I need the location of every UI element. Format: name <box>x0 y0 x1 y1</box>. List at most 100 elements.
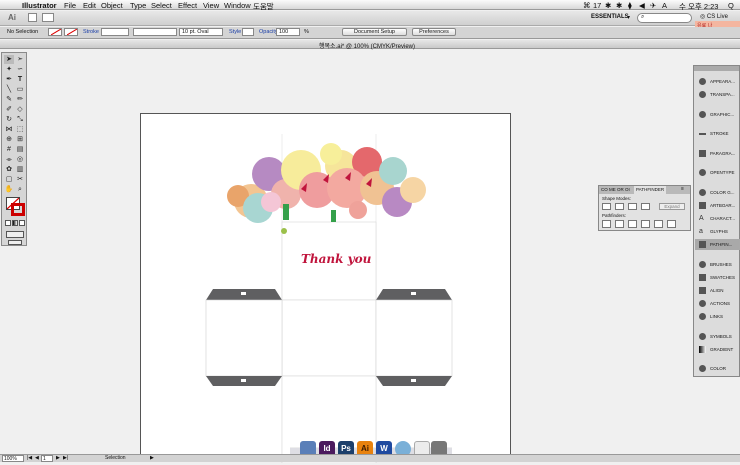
preferences-button[interactable]: Preferences <box>412 28 456 36</box>
menu-object[interactable]: Object <box>101 1 123 10</box>
menu-select[interactable]: Select <box>151 1 172 10</box>
notification-count[interactable]: 17 <box>593 1 601 10</box>
trim-icon[interactable] <box>615 220 624 228</box>
tab-oi[interactable]: OI <box>625 187 630 192</box>
artboard[interactable]: Thank you <box>140 113 511 464</box>
sync-icon[interactable]: ✱ <box>616 1 622 10</box>
tab-pathfinder[interactable]: PATHFINDER <box>634 186 667 194</box>
bluetooth-icon[interactable]: ✱ <box>605 1 611 10</box>
artboard-number-field[interactable]: 1 <box>41 455 53 462</box>
last-artboard-icon[interactable]: ▶| <box>63 455 68 461</box>
panel-transparency[interactable]: TRANSPA... <box>695 89 740 100</box>
mesh-tool-icon[interactable]: # <box>4 145 14 154</box>
eyedropper-tool-icon[interactable]: ⌯ <box>4 155 14 164</box>
pen-tool-icon[interactable]: ✒ <box>4 75 14 84</box>
status-icon[interactable]: ⌘ <box>583 1 591 10</box>
style-label[interactable]: Style <box>229 29 241 35</box>
volume-icon[interactable]: ◀ <box>639 1 645 10</box>
brush-definition[interactable]: 10 pt. Oval <box>179 28 223 36</box>
scale-tool-icon[interactable]: ⤡ <box>15 115 25 124</box>
minus-back-icon[interactable] <box>667 220 676 228</box>
app-name-menu[interactable]: Illustrator <box>22 1 57 10</box>
exclude-icon[interactable] <box>641 203 650 210</box>
intersect-icon[interactable] <box>628 203 637 210</box>
color-mode-icon[interactable] <box>5 220 11 226</box>
expand-button[interactable]: Expand <box>659 203 685 210</box>
blob-brush-tool-icon[interactable]: ✐ <box>4 105 14 114</box>
panel-links[interactable]: LINKS <box>695 311 740 322</box>
opacity-label[interactable]: Opacity <box>259 29 278 35</box>
stroke-color-swatch[interactable] <box>64 28 78 36</box>
first-artboard-icon[interactable]: |◀ <box>27 455 32 461</box>
none-mode-icon[interactable] <box>19 220 25 226</box>
rotate-tool-icon[interactable]: ↻ <box>4 115 14 124</box>
line-tool-icon[interactable]: ╲ <box>4 85 14 94</box>
panel-color[interactable]: COLOR <box>695 363 740 374</box>
type-tool-icon[interactable]: T <box>15 75 25 84</box>
panel-glyphs[interactable]: a GLYPHS <box>695 226 740 237</box>
current-tool-status[interactable]: Selection <box>105 455 126 461</box>
hand-tool-icon[interactable]: ✋ <box>4 185 14 194</box>
battery-icon[interactable]: ✈ <box>650 1 656 10</box>
tab-or[interactable]: OR <box>617 187 624 192</box>
perspective-grid-tool-icon[interactable]: ⊞ <box>15 135 25 144</box>
panel-brushes[interactable]: BRUSHES <box>695 259 740 270</box>
selection-tool-icon[interactable]: ➤ <box>4 55 14 64</box>
panel-appearance[interactable]: APPEARA... <box>695 76 740 87</box>
tab-co[interactable]: CO <box>601 187 608 192</box>
panel-swatches[interactable]: SWATCHES <box>695 272 740 283</box>
panel-gradient[interactable]: GRADIENT <box>695 344 740 355</box>
pencil-tool-icon[interactable]: ✏ <box>15 95 25 104</box>
panel-graphic-styles[interactable]: GRAPHIC... <box>695 109 740 120</box>
width-tool-icon[interactable]: ⋈ <box>4 125 14 134</box>
menu-file[interactable]: File <box>64 1 76 10</box>
search-input[interactable]: ⌕ <box>637 13 692 23</box>
panel-align[interactable]: ALIGN <box>695 285 740 296</box>
panel-actions[interactable]: ACTIONS <box>695 298 740 309</box>
gradient-tool-icon[interactable]: ▤ <box>15 145 25 154</box>
bridge-icon[interactable] <box>28 13 37 22</box>
outline-icon[interactable] <box>654 220 663 228</box>
document-tab[interactable]: 행복소.ai* @ 100% (CMYK/Preview) <box>319 41 415 50</box>
panel-stroke[interactable]: STROKE <box>695 128 740 139</box>
symbol-sprayer-tool-icon[interactable]: ✿ <box>4 165 14 174</box>
shape-builder-tool-icon[interactable]: ⊕ <box>4 135 14 144</box>
drawing-mode-icon[interactable] <box>6 231 24 238</box>
panel-color-guide[interactable]: COLOR G... <box>695 187 740 198</box>
panel-paragraph[interactable]: PARAGRA... <box>695 148 740 159</box>
next-artboard-icon[interactable]: ▶ <box>56 455 60 461</box>
unite-icon[interactable] <box>602 203 611 210</box>
menu-window[interactable]: Window <box>224 1 251 10</box>
blend-tool-icon[interactable]: ◎ <box>15 155 25 164</box>
zoom-tool-icon[interactable]: ⌕ <box>15 185 25 194</box>
rectangle-tool-icon[interactable]: ▭ <box>15 85 25 94</box>
workspace-switcher[interactable]: ESSENTIALS <box>591 14 629 20</box>
eraser-tool-icon[interactable]: ◇ <box>15 105 25 114</box>
prev-artboard-icon[interactable]: ◀ <box>35 455 39 461</box>
stroke-swatch[interactable] <box>11 203 25 216</box>
paintbrush-tool-icon[interactable]: ✎ <box>4 95 14 104</box>
spotlight-icon[interactable]: Q <box>728 1 734 10</box>
stroke-label[interactable]: Stroke <box>83 29 99 35</box>
panel-character[interactable]: A CHARACT... <box>695 213 740 224</box>
direct-selection-tool-icon[interactable]: ➣ <box>15 55 25 64</box>
input-method-icon[interactable]: A <box>662 1 667 10</box>
panel-menu-icon[interactable]: ≡ <box>681 186 684 192</box>
lasso-tool-icon[interactable]: ∽ <box>15 65 25 74</box>
column-graph-tool-icon[interactable]: ▥ <box>15 165 25 174</box>
tab-me[interactable]: ME <box>609 187 616 192</box>
free-transform-tool-icon[interactable]: ⬚ <box>15 125 25 134</box>
status-menu-icon[interactable]: ▶ <box>150 455 154 461</box>
style-swatch[interactable] <box>242 28 254 36</box>
menu-effect[interactable]: Effect <box>178 1 197 10</box>
gradient-mode-icon[interactable] <box>12 220 18 226</box>
panel-pathfinder[interactable]: PATHFIN... <box>695 239 740 250</box>
panel-symbols[interactable]: SYMBOLS <box>695 331 740 342</box>
document-setup-button[interactable]: Document Setup <box>342 28 407 36</box>
artboard-tool-icon[interactable]: ▢ <box>4 175 14 184</box>
arrange-documents-icon[interactable] <box>42 13 54 22</box>
divide-icon[interactable] <box>602 220 611 228</box>
variable-width-profile[interactable] <box>133 28 177 36</box>
minus-front-icon[interactable] <box>615 203 624 210</box>
panel-opentype[interactable]: OPENTYPE <box>695 167 740 178</box>
